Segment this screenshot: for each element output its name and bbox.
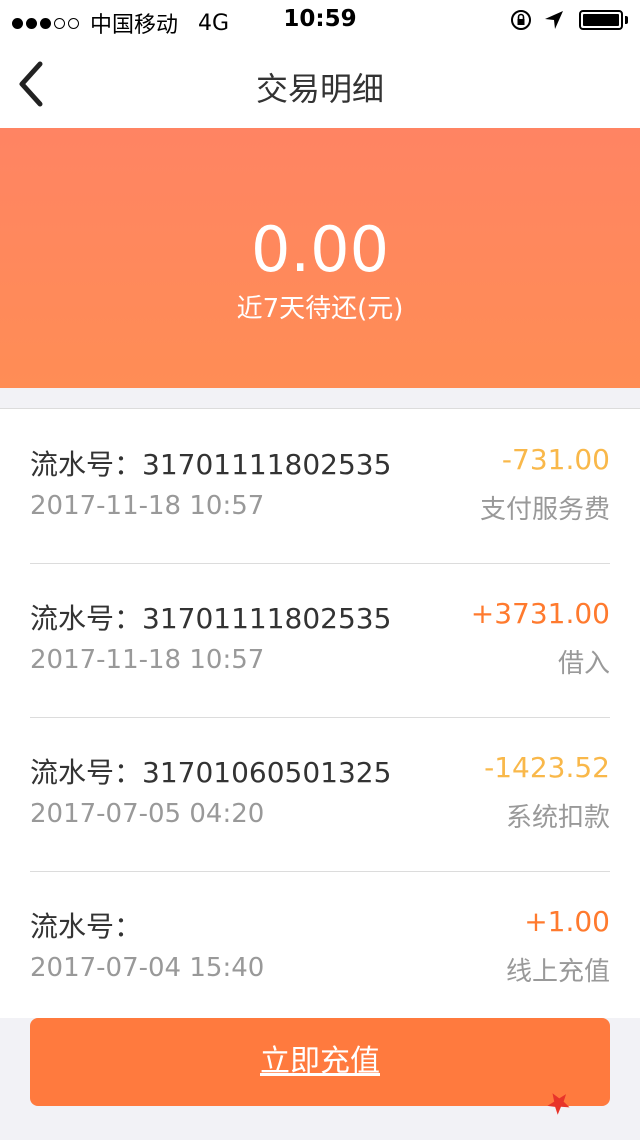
recharge-button[interactable]: 立即充值: [30, 1018, 610, 1106]
transaction-amount: -1423.52: [484, 751, 610, 784]
transaction-date: 2017-11-18 10:57: [30, 645, 265, 675]
transaction-amount: +3731.00: [470, 597, 610, 630]
transaction-serial: 流水号：31701060501325: [30, 756, 392, 789]
transaction-type: 借入: [557, 649, 610, 679]
transaction-serial: 流水号：31701111802535: [30, 602, 392, 635]
transaction-list: 流水号：31701111802535 2017-11-18 10:57 -731…: [0, 408, 640, 1019]
transaction-date: 2017-11-18 10:57: [30, 491, 265, 521]
transaction-type: 系统扣款: [505, 803, 610, 833]
transaction-amount: -731.00: [501, 443, 610, 476]
location-arrow-icon: [545, 11, 563, 29]
page-title: 交易明细: [255, 70, 384, 108]
battery-tip: [625, 16, 628, 24]
summary-banner: 0.00 近7天待还(元): [0, 128, 640, 388]
due-amount-label: 近7天待还(元): [236, 294, 404, 324]
transaction-type: 支付服务费: [479, 495, 610, 525]
transaction-amount: +1.00: [524, 905, 610, 938]
transaction-row[interactable]: 流水号：31701060501325 2017-07-05 04:20 -142…: [0, 717, 640, 871]
rotation-lock-icon: [511, 10, 531, 30]
transaction-serial: 流水号：31701111802535: [30, 448, 392, 481]
transaction-row[interactable]: 流水号： 2017-07-04 15:40 +1.00 线上充值: [0, 871, 640, 1019]
transaction-row[interactable]: 流水号：31701111802535 2017-11-18 10:57 -731…: [0, 409, 640, 563]
transaction-serial: 流水号：: [30, 910, 143, 943]
transaction-date: 2017-07-04 15:40: [30, 953, 265, 983]
status-right: [509, 8, 628, 32]
due-amount: 0.00: [250, 213, 390, 286]
transaction-date: 2017-07-05 04:20: [30, 799, 265, 829]
transaction-type: 线上充值: [505, 957, 610, 987]
battery-icon: [579, 10, 623, 30]
navigation-bar: 交易明细: [0, 40, 640, 128]
status-bar: 中国移动 4G 10:59: [0, 0, 640, 40]
transaction-row[interactable]: 流水号：31701111802535 2017-11-18 10:57 +373…: [0, 563, 640, 717]
